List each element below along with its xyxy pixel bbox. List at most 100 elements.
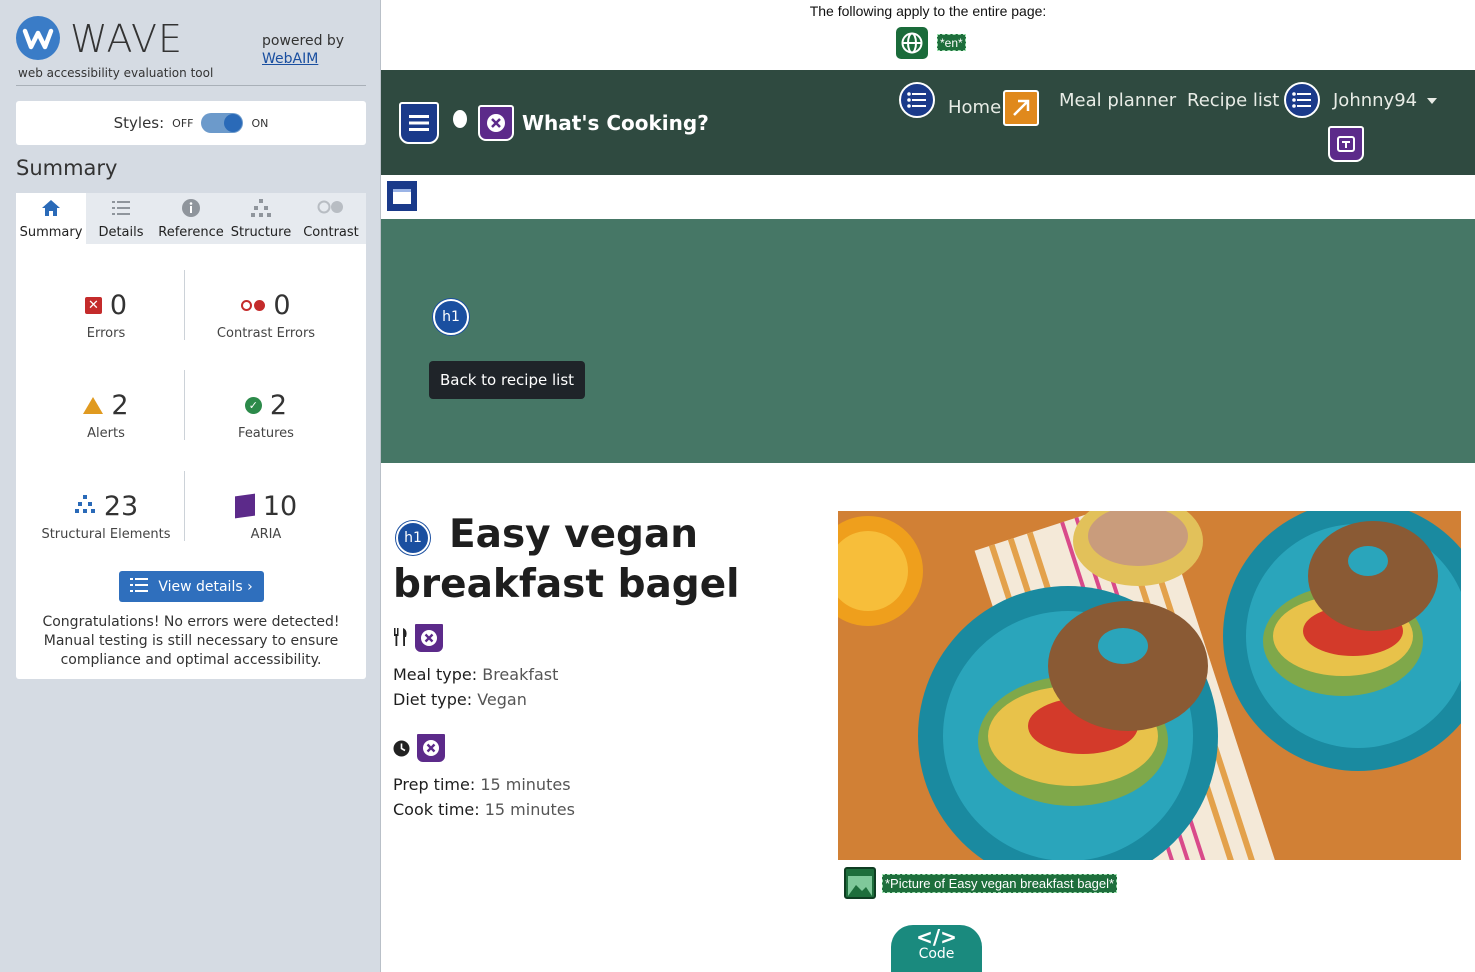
congrats-message: Congratulations! No errors were detected…: [42, 614, 340, 668]
tab-contrast[interactable]: Contrast: [296, 193, 366, 244]
prep-time: Prep time: 15 minutes: [393, 772, 571, 797]
list-icon[interactable]: [899, 82, 935, 118]
language-tag: *en*: [937, 34, 966, 51]
toggle-on-label: ON: [251, 116, 269, 130]
code-icon: </>: [916, 925, 957, 949]
view-details-button[interactable]: View details ›: [119, 571, 264, 602]
features-count: 2: [269, 389, 288, 421]
contrast-icon: [317, 198, 345, 220]
stat-aria: 10 ARIA: [186, 489, 346, 542]
recipe-photo: [838, 511, 1461, 860]
nav-recipe-list[interactable]: Recipe list: [1187, 90, 1279, 111]
info-icon: [181, 198, 201, 220]
aria-icon[interactable]: [413, 622, 445, 654]
errors-count: 0: [109, 289, 128, 321]
globe-icon[interactable]: [896, 27, 928, 59]
stat-errors: ✕ 0 Errors: [26, 288, 186, 341]
summary-heading: Summary: [16, 156, 118, 180]
wave-logo-subtitle: web accessibility evaluation tool: [18, 66, 214, 80]
diet-type-value: Vegan: [477, 690, 527, 709]
view-details-label: View details ›: [158, 578, 253, 595]
cook-time-value: 15 minutes: [484, 800, 575, 819]
hero-banner: h1 Back to recipe list: [381, 219, 1475, 463]
error-icon: ✕: [84, 296, 102, 314]
aria-label: ARIA: [250, 527, 282, 542]
webaim-link[interactable]: WebAIM: [262, 51, 318, 67]
list-icon: [130, 577, 149, 597]
styles-label: Styles:: [113, 114, 165, 132]
nav-home[interactable]: Home: [948, 97, 1001, 118]
aria-icon: [234, 493, 255, 519]
tab-label: Contrast: [303, 225, 359, 240]
cook-time-label: Cook time:: [393, 800, 480, 819]
stat-features: ✓ 2 Features: [186, 388, 346, 442]
list-icon: [111, 198, 131, 220]
panel-tabs: Summary Details Reference Structure Cont…: [16, 193, 366, 244]
meal-type: Meal type: Breakfast: [393, 662, 558, 687]
h1-badge[interactable]: h1: [433, 299, 469, 335]
alert-link-icon[interactable]: [1003, 90, 1039, 126]
list-icon[interactable]: [1284, 82, 1320, 118]
region-landmark-icon[interactable]: [385, 179, 419, 213]
wave-logo-word: WAVE: [70, 17, 184, 61]
meal-type-value: Breakfast: [482, 665, 559, 684]
user-menu-label: Johnny94: [1333, 90, 1418, 111]
summary-panel: Summary Details Reference Structure Cont…: [16, 193, 366, 679]
aria-icon[interactable]: [478, 105, 514, 141]
structural-label: Structural Elements: [41, 527, 171, 542]
wave-logo: WAVE web accessibility evaluation tool p…: [16, 16, 366, 86]
tab-label: Details: [98, 225, 144, 240]
styles-toggle[interactable]: [201, 113, 244, 133]
page-wide-text: The following apply to the entire page:: [809, 3, 1047, 19]
image-alt-row: *Picture of Easy vegan breakfast bagel*: [844, 867, 1118, 899]
diet-type-label: Diet type:: [393, 690, 473, 709]
tab-structure[interactable]: Structure: [226, 193, 296, 244]
image-icon[interactable]: [844, 867, 876, 899]
user-menu[interactable]: Johnny94: [1333, 90, 1438, 111]
styles-toggle-box: Styles: OFF ON: [16, 101, 366, 145]
wave-sidebar: WAVE web accessibility evaluation tool p…: [0, 0, 381, 972]
alert-icon: [83, 396, 104, 414]
stat-contrast-errors: 0 Contrast Errors: [186, 288, 346, 342]
stat-divider: [184, 370, 185, 440]
aria-menu-icon[interactable]: [1328, 126, 1364, 162]
alerts-label: Alerts: [87, 426, 125, 441]
diet-type: Diet type: Vegan: [393, 687, 527, 712]
meal-type-label: Meal type:: [393, 665, 478, 684]
chevron-down-icon: [1427, 98, 1438, 104]
back-to-recipe-list-button[interactable]: Back to recipe list: [429, 361, 585, 399]
structural-count: 23: [103, 490, 139, 522]
structure-icon: [74, 494, 96, 519]
code-tab-label: Code: [918, 946, 955, 962]
page-viewport: The following apply to the entire page: …: [381, 0, 1475, 972]
prep-time-value: 15 minutes: [480, 775, 571, 794]
clock-icon: [393, 740, 410, 762]
alerts-count: 2: [111, 389, 129, 421]
contrast-errors-label: Contrast Errors: [216, 326, 316, 341]
aria-icon[interactable]: [415, 732, 447, 764]
check-icon: ✓: [244, 396, 262, 414]
powered-by: powered by WebAIM: [262, 32, 344, 68]
site-brand[interactable]: What's Cooking?: [522, 111, 709, 135]
stat-divider: [184, 270, 185, 340]
aria-count: 10: [262, 490, 298, 522]
powered-by-text: powered by: [262, 33, 345, 49]
stat-divider: [184, 471, 185, 541]
toggle-off-label: OFF: [172, 116, 194, 130]
divider: [16, 85, 366, 86]
stat-structural: 23 Structural Elements: [26, 489, 186, 543]
features-label: Features: [238, 426, 294, 441]
utensils-icon: [393, 628, 409, 651]
structure-landmark-icon[interactable]: [399, 102, 439, 144]
site-navbar: What's Cooking? Home Meal planner Recipe…: [381, 70, 1475, 175]
tab-label: Reference: [158, 225, 224, 240]
tab-summary[interactable]: Summary: [16, 193, 86, 244]
prep-time-label: Prep time:: [393, 775, 476, 794]
tab-details[interactable]: Details: [86, 193, 156, 244]
recipe-title: Easy vegan breakfast bagel: [393, 512, 740, 607]
tab-reference[interactable]: Reference: [156, 193, 226, 244]
tab-label: Summary: [19, 225, 83, 240]
hierarchy-icon: [250, 198, 272, 220]
code-tab[interactable]: </> Code: [891, 925, 982, 972]
nav-meal-planner[interactable]: Meal planner: [1059, 90, 1176, 111]
